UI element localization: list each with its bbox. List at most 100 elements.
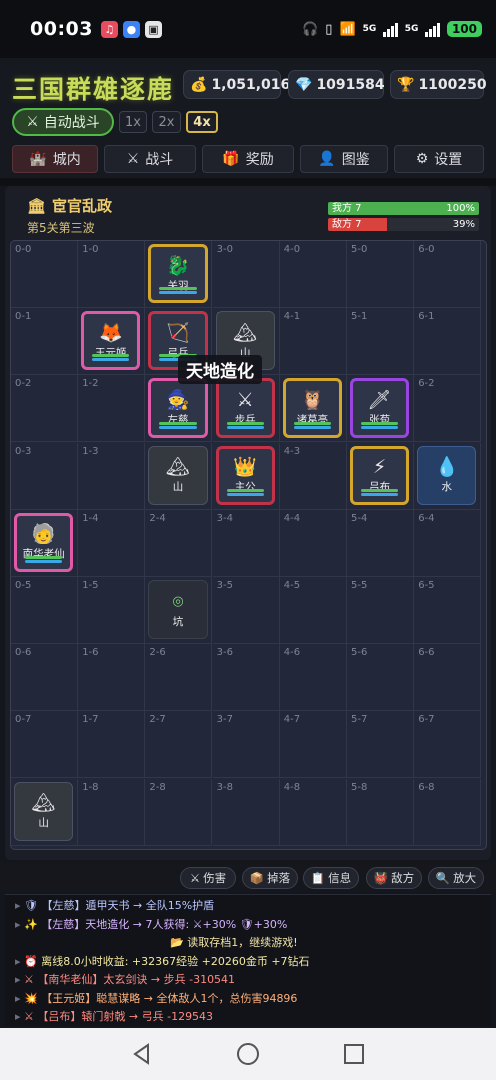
tab-codex-label: 图鉴 xyxy=(341,152,370,168)
tab-codex[interactable]: 👤 图鉴 xyxy=(300,145,388,173)
grid-cell[interactable]: 0-3 xyxy=(11,442,78,510)
grid-cell[interactable]: 1-8 xyxy=(78,778,146,846)
unit-card[interactable]: 🧙 左慈 xyxy=(148,378,208,438)
grid-cell[interactable]: 4-6 xyxy=(279,644,347,712)
cell-coordinate: 5-1 xyxy=(351,311,368,323)
grid-cell[interactable]: 5-4 xyxy=(347,509,414,577)
grid-cell[interactable]: 4-7 xyxy=(279,711,347,779)
toolbar-button[interactable]: 📋 信息 xyxy=(303,867,359,889)
unit-card[interactable]: 🦉 诸葛亮 xyxy=(282,378,342,438)
cell-coordinate: 4-6 xyxy=(283,647,301,659)
unit-card[interactable]: 🧓 南华老仙 xyxy=(14,512,74,572)
cell-coordinate: 6-6 xyxy=(418,647,435,659)
bullet-icon: ▸ xyxy=(15,1010,25,1023)
grid-cell[interactable]: 4-3 xyxy=(279,442,347,510)
cell-coordinate: 1-3 xyxy=(82,445,99,457)
grid-cell[interactable]: 1-3 xyxy=(78,442,146,510)
grid-cell[interactable]: 0-5 xyxy=(11,577,78,644)
unit-card[interactable]: ⚔ 步兵 xyxy=(215,378,275,438)
tab-battle[interactable]: ⚔ 战斗 xyxy=(104,145,196,173)
grid-cell[interactable]: 6-7 xyxy=(414,711,482,779)
back-icon[interactable] xyxy=(130,1042,154,1066)
grid-cell[interactable]: 4-0 xyxy=(279,241,347,308)
grid-cell[interactable]: 6-5 xyxy=(414,577,482,644)
tab-rewards[interactable]: 🎁 奖励 xyxy=(202,145,294,173)
grid-cell[interactable]: 6-1 xyxy=(414,308,482,376)
fox-icon: 🦊 xyxy=(98,321,123,344)
grid-cell[interactable]: 2-6 xyxy=(145,644,213,712)
tab-settings[interactable]: ⚙ 设置 xyxy=(394,145,484,173)
grid-cell[interactable]: 0-2 xyxy=(11,375,78,443)
grid-cell[interactable]: 5-7 xyxy=(347,711,414,779)
grid-cell[interactable]: 1-6 xyxy=(78,644,146,712)
grid-cell[interactable]: 3-5 xyxy=(212,577,280,644)
grid-cell[interactable]: 6-0 xyxy=(414,241,482,308)
grid-cell[interactable]: 1-2 xyxy=(78,375,146,443)
grid-cell[interactable]: 4-4 xyxy=(279,509,347,577)
unit-card[interactable]: ⚡ 吕布 xyxy=(350,445,410,505)
battle-log[interactable]: ▸ 🛡 【左慈】遁甲天书 → 全队15%护盾 ▸ ✨ 【左慈】天地造化 → 7人获… xyxy=(5,894,491,1026)
recents-icon[interactable] xyxy=(342,1042,366,1066)
grid-cell[interactable]: 0-0 xyxy=(11,241,78,308)
toolbar-button[interactable]: 👹 敌方 xyxy=(366,867,422,889)
cell-coordinate: 0-0 xyxy=(15,244,32,255)
grid-cell[interactable]: 3-7 xyxy=(212,711,280,779)
grid-cell[interactable]: 4-5 xyxy=(279,577,347,644)
water-tile[interactable]: 💧 水 xyxy=(417,445,477,505)
grid-cell[interactable]: 5-8 xyxy=(347,778,414,846)
cell-coordinate: 6-1 xyxy=(418,311,435,323)
cell-coordinate: 6-5 xyxy=(418,580,435,591)
divider xyxy=(0,178,496,186)
crossed-swords-icon: ⚔ xyxy=(236,388,254,411)
grid-cell[interactable]: 5-5 xyxy=(347,577,414,644)
wifi-icon: 📶 xyxy=(339,21,356,37)
grid-cell[interactable]: 5-1 xyxy=(347,308,414,376)
pit-tile[interactable]: ◎ 坑 xyxy=(148,580,208,640)
battle-grid[interactable]: 0-01-02-03-04-05-06-00-11-12-13-14-15-16… xyxy=(10,240,487,850)
grid-cell[interactable]: 0-6 xyxy=(11,644,78,712)
unit-card[interactable]: 🦊 王元姬 xyxy=(81,311,141,371)
unit-card[interactable]: 👑 主公 xyxy=(215,445,275,505)
magnifier-icon: 🔍 xyxy=(435,871,451,885)
grid-cell[interactable]: 4-1 xyxy=(279,308,347,376)
toolbar-button[interactable]: ⚔ 伤害 xyxy=(180,867,236,889)
grid-cell[interactable]: 0-7 xyxy=(11,711,78,779)
headphones-icon: 🎧 xyxy=(302,21,319,37)
auto-battle-button[interactable]: ⚔ 自动战斗 xyxy=(12,108,114,136)
grid-cell[interactable]: 1-4 xyxy=(78,509,146,577)
unit-card[interactable]: 🗡 张苞 xyxy=(350,378,410,438)
home-icon[interactable] xyxy=(236,1042,260,1066)
grid-cell[interactable]: 2-4 xyxy=(145,509,213,577)
image-blocked-icon: ▣ xyxy=(144,20,162,38)
speed-1x-button[interactable]: 1x xyxy=(119,111,147,133)
unit-card[interactable]: 🐉 关羽 xyxy=(148,244,208,304)
gold-value: 1,051,016 xyxy=(211,76,291,93)
grid-cell[interactable]: 4-8 xyxy=(279,778,347,846)
grid-cell[interactable]: 2-7 xyxy=(145,711,213,779)
speed-4x-button[interactable]: 4x xyxy=(186,111,218,133)
cell-coordinate: 0-2 xyxy=(15,378,32,390)
grid-cell[interactable]: 1-7 xyxy=(78,711,146,779)
terrain-tile[interactable]: 🏔 山 xyxy=(14,781,74,841)
grid-cell[interactable]: 5-0 xyxy=(347,241,414,308)
grid-cell[interactable]: 0-1 xyxy=(11,308,78,376)
cell-coordinate: 5-5 xyxy=(351,580,368,591)
tab-city[interactable]: 🏰 城内 xyxy=(12,145,98,173)
grid-cell[interactable]: 3-0 xyxy=(212,241,280,308)
grid-cell[interactable]: 6-6 xyxy=(414,644,482,712)
toolbar-button[interactable]: 🔍 放大 xyxy=(428,867,484,889)
grid-cell[interactable]: 3-4 xyxy=(212,509,280,577)
toolbar-button[interactable]: 📦 掉落 xyxy=(242,867,298,889)
grid-cell[interactable]: 2-8 xyxy=(145,778,213,846)
speed-2x-button[interactable]: 2x xyxy=(152,111,181,133)
grid-cell[interactable]: 6-8 xyxy=(414,778,482,846)
grid-cell[interactable]: 6-4 xyxy=(414,509,482,577)
grid-cell[interactable]: 1-0 xyxy=(78,241,146,308)
terrain-tile[interactable]: 🏔 山 xyxy=(148,445,208,505)
tab-city-label: 城内 xyxy=(52,152,81,168)
grid-cell[interactable]: 3-8 xyxy=(212,778,280,846)
grid-cell[interactable]: 6-2 xyxy=(414,375,482,443)
grid-cell[interactable]: 3-6 xyxy=(212,644,280,712)
grid-cell[interactable]: 5-6 xyxy=(347,644,414,712)
grid-cell[interactable]: 1-5 xyxy=(78,577,146,644)
